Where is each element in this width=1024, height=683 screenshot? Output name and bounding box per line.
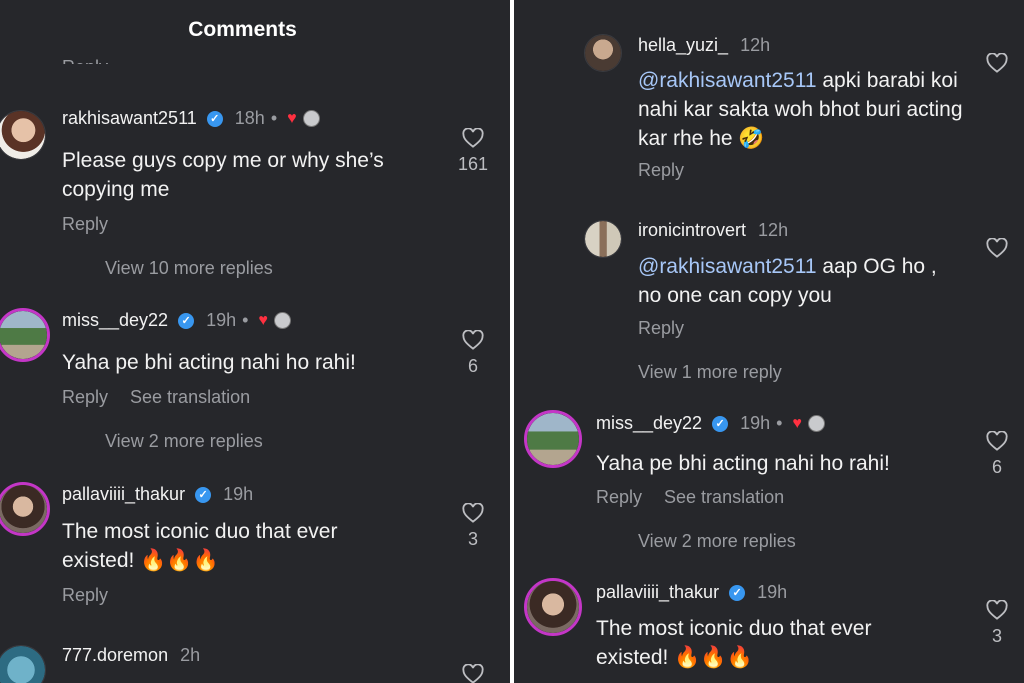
like-button[interactable] (453, 664, 493, 683)
timestamp: 19h (740, 413, 771, 433)
timestamp: 2h (180, 645, 201, 665)
username[interactable]: pallaviiii_thakur (596, 582, 719, 603)
avatar[interactable] (0, 482, 50, 536)
like-count: 3 (991, 626, 1002, 646)
verified-check-icon: ✓ (729, 584, 746, 601)
like-count: 6 (991, 457, 1002, 477)
heart-outline-icon (462, 503, 484, 523)
timestamp: 18h (234, 108, 265, 128)
comments-panel-left: Comments Reply rakhisawant2511 ✓ 18h • ♥… (0, 0, 510, 683)
view-more-replies[interactable]: View 10 more replies (105, 258, 273, 279)
reply-text: @rakhisawant2511 apki barabi koi nahi ka… (638, 69, 963, 150)
like-button[interactable]: 161 (453, 128, 493, 175)
timestamp: 19h (206, 310, 237, 330)
username[interactable]: ironicintrovert (638, 220, 746, 241)
heart-outline-icon (462, 664, 484, 683)
reply-button-cut[interactable]: Reply (62, 50, 108, 64)
reply-button[interactable]: Reply (638, 160, 684, 181)
separator-dot: • (270, 108, 278, 128)
author-avatar-icon (302, 110, 320, 127)
avatar[interactable] (0, 110, 46, 160)
comment-text: The most iconic duo that ever existed! 🔥… (62, 520, 338, 572)
reply-button[interactable]: Reply (638, 318, 684, 339)
verified-check-icon: ✓ (195, 486, 212, 503)
see-translation-button[interactable]: See translation (664, 487, 784, 508)
verified-check-icon: ✓ (178, 312, 195, 329)
reply-button[interactable]: Reply (596, 487, 642, 508)
avatar[interactable] (0, 308, 50, 362)
separator-dot: • (242, 310, 249, 330)
author-avatar-icon (273, 312, 291, 329)
username[interactable]: rakhisawant2511 (62, 108, 197, 129)
heart-filled-icon: ♥ (792, 414, 802, 432)
heart-filled-icon: ♥ (287, 109, 297, 127)
reply-button[interactable]: Reply (62, 214, 108, 235)
like-button[interactable]: 3 (977, 600, 1017, 647)
timestamp: 12h (758, 220, 789, 240)
comment-text: Yaha pe bhi acting nahi ho rahi! (596, 452, 890, 475)
page-title: Comments (188, 18, 297, 41)
avatar[interactable] (524, 410, 582, 468)
avatar[interactable] (524, 578, 582, 636)
reply-text: @rakhisawant2511 aap OG ho , no one can … (638, 255, 937, 307)
like-button[interactable] (977, 238, 1017, 258)
avatar[interactable] (584, 34, 622, 72)
like-button[interactable]: 6 (453, 330, 493, 377)
like-count: 161 (457, 154, 489, 174)
like-button[interactable]: 6 (977, 431, 1017, 478)
comment-text: Please guys copy me or why she’s copying… (62, 149, 384, 201)
username[interactable]: hella_yuzi_ (638, 35, 728, 56)
timestamp: 12h (740, 35, 771, 55)
heart-outline-icon (986, 600, 1008, 620)
view-more-replies[interactable]: View 2 more replies (105, 431, 263, 452)
see-translation-button[interactable]: See translation (130, 387, 250, 408)
mention-link[interactable]: @rakhisawant2511 (638, 69, 817, 92)
author-avatar-icon (807, 415, 825, 432)
comment-text: The most iconic duo that ever existed! 🔥… (596, 617, 872, 669)
heart-outline-icon (986, 431, 1008, 451)
comment-text: Yaha pe bhi acting nahi ho rahi! (62, 351, 356, 374)
username[interactable]: 777.doremon (62, 645, 168, 666)
screenshot-collage: { "left": { "title": "Comments", "cut_re… (0, 0, 1024, 683)
username[interactable]: miss__dey22 (62, 310, 168, 331)
heart-outline-icon (462, 330, 484, 350)
timestamp: 19h (757, 582, 788, 602)
like-button[interactable] (977, 53, 1017, 73)
avatar[interactable] (0, 645, 46, 683)
avatar[interactable] (584, 220, 622, 258)
view-more-replies[interactable]: View 1 more reply (638, 362, 782, 383)
mention-link[interactable]: @rakhisawant2511 (638, 255, 817, 278)
username[interactable]: pallaviiii_thakur (62, 484, 185, 505)
username[interactable]: miss__dey22 (596, 413, 702, 434)
timestamp: 19h (223, 484, 254, 504)
reply-button[interactable]: Reply (62, 585, 108, 606)
like-count: 3 (467, 529, 478, 549)
separator-dot: • (776, 413, 783, 433)
verified-check-icon: ✓ (712, 415, 729, 432)
heart-outline-icon (986, 53, 1008, 73)
heart-outline-icon (462, 128, 484, 148)
heart-outline-icon (986, 238, 1008, 258)
like-count: 6 (467, 356, 478, 376)
verified-check-icon: ✓ (206, 110, 223, 127)
heart-filled-icon: ♥ (258, 311, 268, 329)
like-button[interactable]: 3 (453, 503, 493, 550)
reply-button[interactable]: Reply (62, 387, 108, 408)
view-more-replies[interactable]: View 2 more replies (638, 531, 796, 552)
comments-panel-right: hella_yuzi_ 12h @rakhisawant2511 apki ba… (514, 0, 1024, 683)
